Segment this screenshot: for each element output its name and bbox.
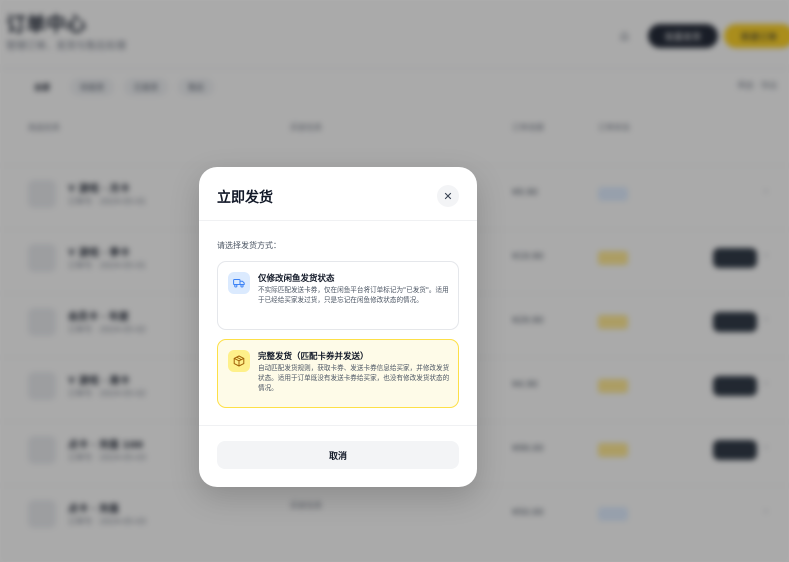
dialog-footer: 取消 <box>199 425 477 487</box>
ship-dialog: 立即发货 ✕ 请选择发货方式： 仅修改闲鱼发货状态 不实际匹配发送卡券，仅在闲鱼… <box>199 167 477 487</box>
option-title: 完整发货（匹配卡券并发送） <box>258 352 369 362</box>
option-description: 自动匹配发货规则，获取卡券、发送卡券信息给买家，并修改发货状态。适用于订单既没有… <box>258 364 450 392</box>
package-icon <box>228 350 250 372</box>
truck-icon <box>228 272 250 294</box>
option-description: 不实际匹配发送卡券，仅在闲鱼平台将订单标记为"已发货"。适用于已经给买家发过货，… <box>258 286 449 304</box>
option-title: 仅修改闲鱼发货状态 <box>258 274 335 284</box>
dialog-title: 立即发货 <box>217 190 273 206</box>
shipping-method-prompt: 请选择发货方式： <box>217 241 281 250</box>
option-full-ship[interactable]: 完整发货（匹配卡券并发送） 自动匹配发货规则，获取卡券、发送卡券信息给买家，并修… <box>217 339 459 408</box>
dialog-header: 立即发货 ✕ <box>199 167 477 221</box>
option-status-only[interactable]: 仅修改闲鱼发货状态 不实际匹配发送卡券，仅在闲鱼平台将订单标记为"已发货"。适用… <box>217 261 459 330</box>
close-icon[interactable]: ✕ <box>437 185 459 207</box>
cancel-button[interactable]: 取消 <box>217 441 459 469</box>
